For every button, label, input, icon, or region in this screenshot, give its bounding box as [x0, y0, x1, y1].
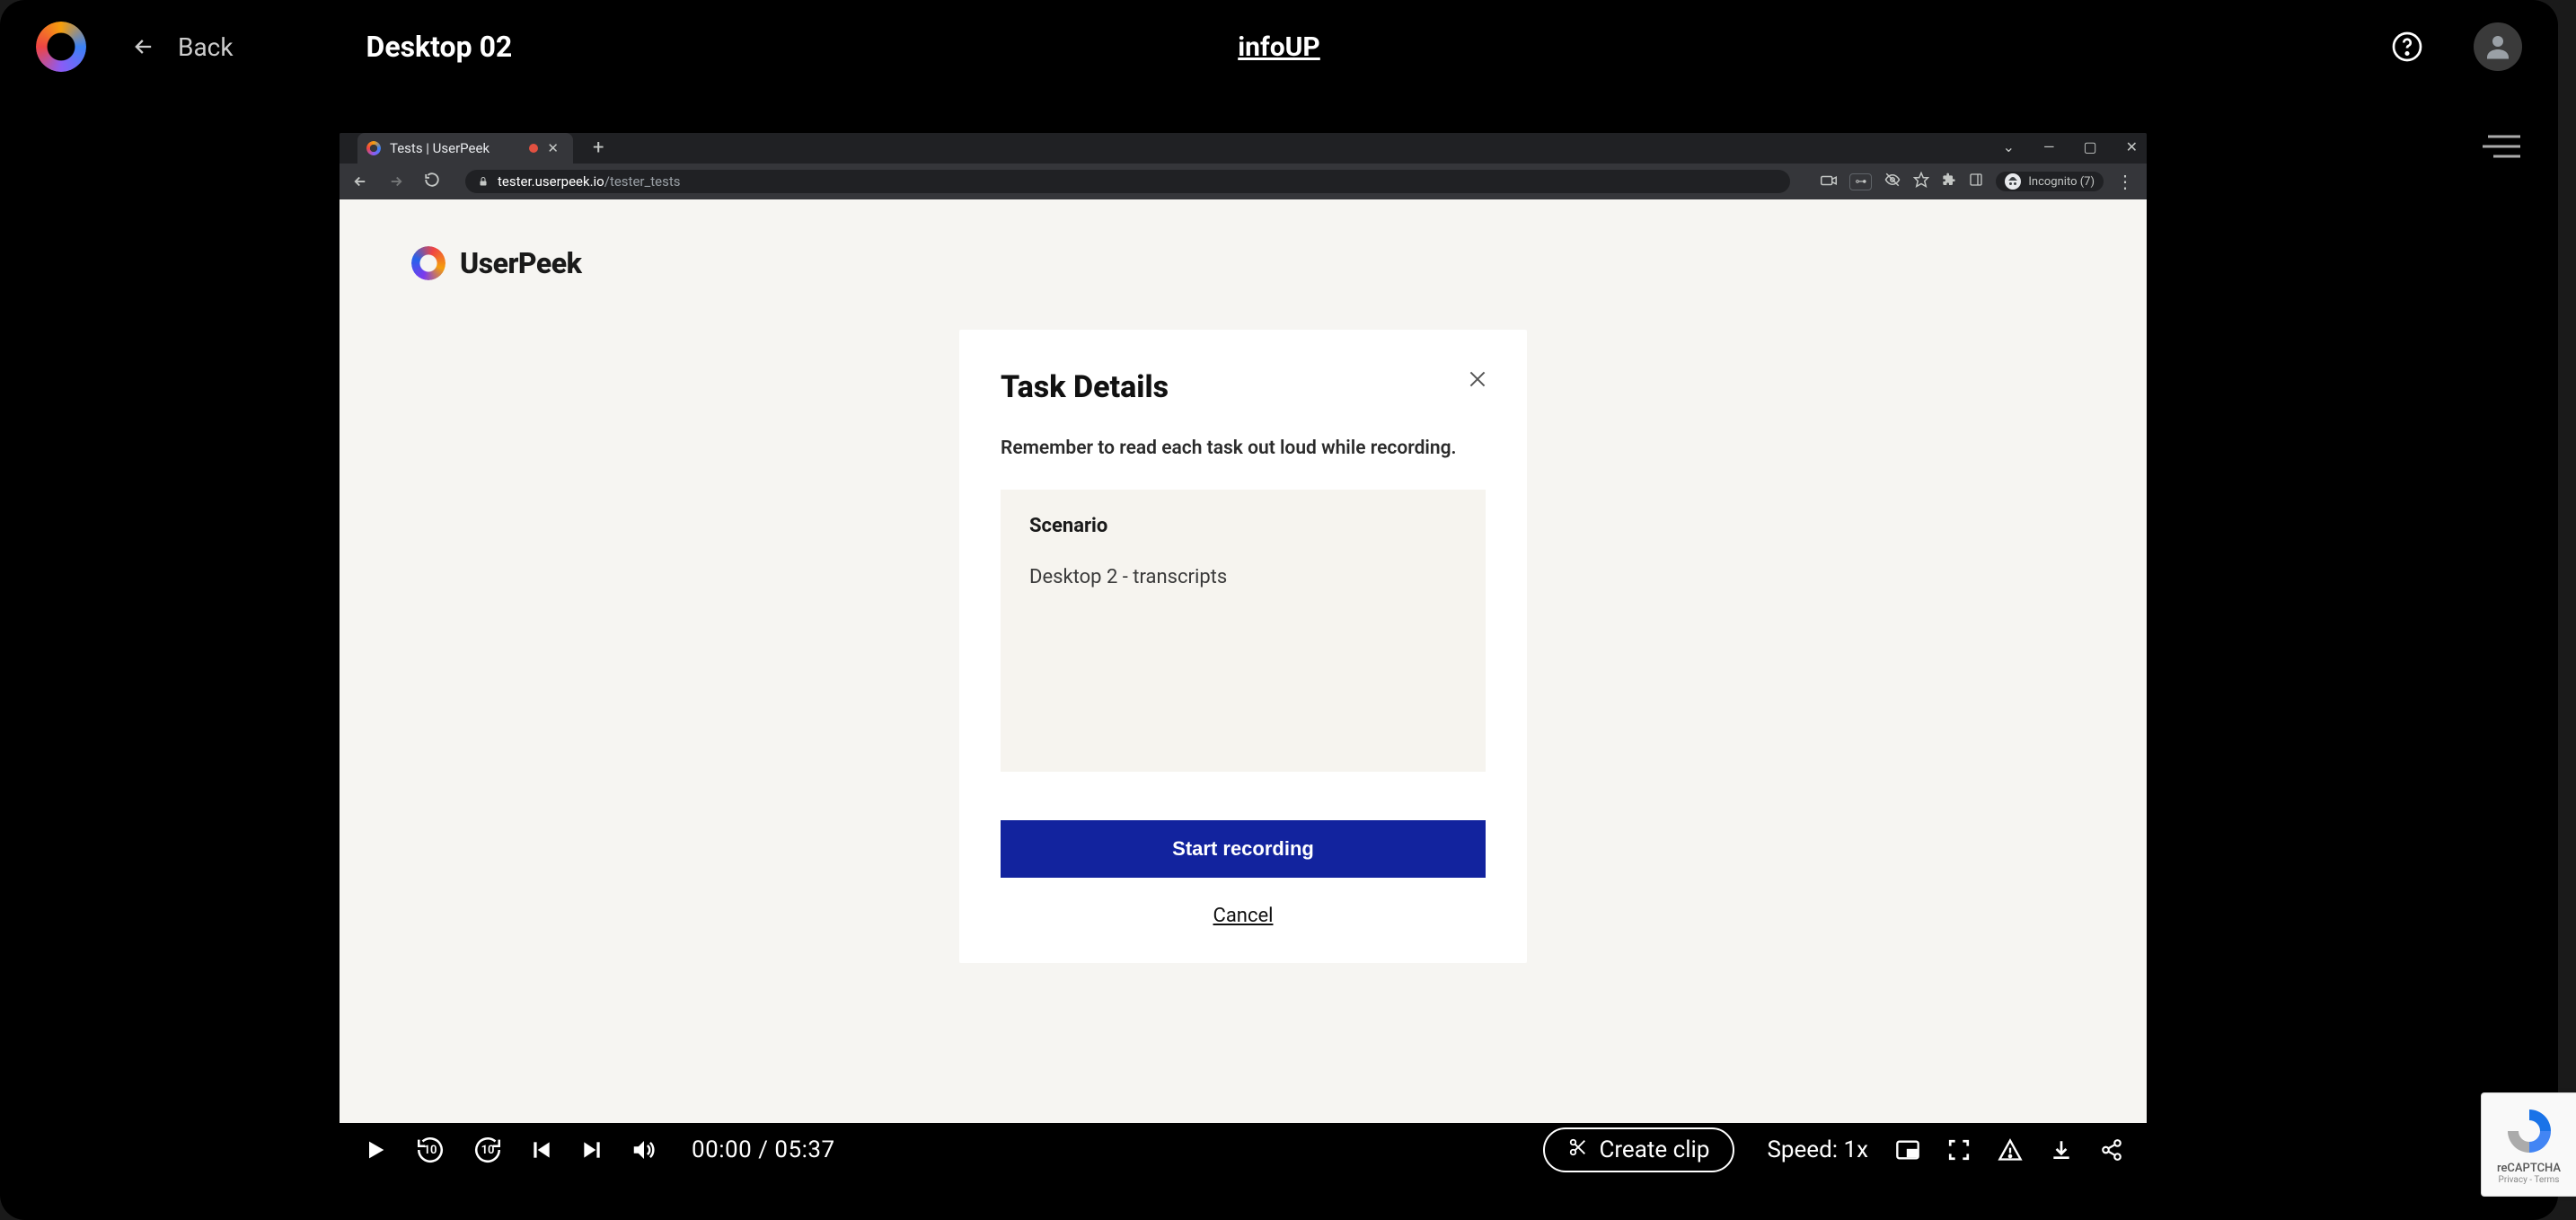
brand-name: UserPeek — [460, 246, 581, 280]
duration: 05:37 — [774, 1136, 834, 1163]
url-host: tester.userpeek.io — [498, 173, 604, 190]
favicon-icon — [366, 141, 381, 155]
help-icon[interactable] — [2391, 31, 2423, 63]
topbar-right — [2391, 22, 2522, 71]
minimize-icon[interactable]: — — [2043, 138, 2055, 155]
player-controls: 10 10 00:00 / 05:37 — [340, 1123, 2147, 1177]
nav-forward-icon[interactable] — [388, 173, 404, 190]
player-right-controls: Create clip Speed: 1x — [1543, 1127, 2123, 1172]
modal-close-button[interactable] — [1466, 367, 1489, 391]
arrow-left-icon — [131, 34, 156, 59]
tab-dropdown-icon[interactable]: ⌄ — [2003, 138, 2015, 155]
brand-header: UserPeek — [411, 246, 581, 280]
modal-title: Task Details — [1001, 369, 1486, 405]
menu-button[interactable] — [2483, 131, 2520, 162]
page-content: UserPeek Task Details Remember to read e… — [340, 199, 2147, 1177]
eye-off-icon[interactable] — [1884, 172, 1901, 191]
scissors-icon — [1568, 1136, 1588, 1163]
recaptcha-logo-icon — [2502, 1104, 2556, 1158]
kebab-menu-icon[interactable]: ⋮ — [2116, 171, 2134, 192]
avatar[interactable] — [2474, 22, 2522, 71]
address-bar: tester.userpeek.io/tester_tests ⊶ Incogn… — [340, 164, 2147, 199]
incognito-badge[interactable]: Incognito (7) — [1996, 172, 2104, 191]
record-indicator-icon — [529, 144, 538, 153]
center-link[interactable]: infoUP — [1238, 31, 1320, 63]
tab-close-icon[interactable]: ✕ — [547, 140, 559, 156]
key-icon[interactable]: ⊶ — [1849, 173, 1872, 190]
play-button[interactable] — [363, 1137, 388, 1163]
topbar: Back Desktop 02 infoUP — [0, 0, 2558, 93]
panel-icon[interactable] — [1969, 172, 1983, 190]
page-title: Desktop 02 — [366, 30, 513, 64]
app-logo[interactable] — [36, 22, 86, 72]
forward-amount: 10 — [481, 1144, 495, 1157]
tab-title: Tests | UserPeek — [390, 140, 490, 156]
time-separator: / — [758, 1136, 768, 1163]
player-left-controls: 10 10 00:00 / 05:37 — [363, 1135, 835, 1165]
modal-subtitle: Remember to read each task out loud whil… — [1001, 438, 1486, 459]
rewind-amount: 10 — [424, 1144, 437, 1157]
create-clip-label: Create clip — [1599, 1136, 1709, 1163]
fullscreen-button[interactable] — [1947, 1138, 1971, 1162]
task-details-modal: Task Details Remember to read each task … — [959, 330, 1527, 963]
app-frame: Back Desktop 02 infoUP Tests | UserPeek … — [0, 0, 2558, 1220]
speed-button[interactable]: Speed: 1x — [1767, 1136, 1868, 1163]
forward-10-button[interactable]: 10 — [472, 1135, 503, 1165]
start-recording-button[interactable]: Start recording — [1001, 820, 1486, 878]
recaptcha-badge[interactable]: reCAPTCHA Privacy - Terms — [2481, 1092, 2576, 1197]
puzzle-icon[interactable] — [1942, 172, 1956, 190]
scenario-text: Desktop 2 - transcripts — [1029, 566, 1457, 588]
window-close-icon[interactable]: ✕ — [2126, 138, 2138, 155]
current-time: 00:00 — [692, 1136, 752, 1163]
incognito-icon — [2005, 173, 2021, 190]
star-icon[interactable] — [1913, 172, 1929, 191]
back-label: Back — [178, 32, 234, 62]
warning-button[interactable] — [1998, 1137, 2023, 1163]
tab-strip: Tests | UserPeek ✕ + ⌄ — ▢ ✕ — [340, 133, 2147, 164]
recaptcha-sub: Privacy - Terms — [2499, 1175, 2560, 1185]
ring-logo-icon — [36, 22, 86, 72]
url-field[interactable]: tester.userpeek.io/tester_tests — [465, 170, 1790, 193]
url-path: /tester_tests — [604, 173, 681, 190]
share-button[interactable] — [2100, 1138, 2123, 1162]
download-button[interactable] — [2050, 1138, 2073, 1162]
lock-icon — [478, 176, 489, 187]
prev-button[interactable] — [530, 1138, 553, 1162]
address-bar-icons: ⊶ Incognito (7) ⋮ — [1821, 171, 2134, 192]
refresh-icon[interactable] — [424, 172, 440, 191]
incognito-label: Incognito (7) — [2028, 175, 2095, 189]
rewind-10-button[interactable]: 10 — [415, 1135, 446, 1165]
camera-icon[interactable] — [1821, 173, 1837, 190]
scenario-box: Scenario Desktop 2 - transcripts — [1001, 490, 1486, 772]
create-clip-button[interactable]: Create clip — [1543, 1127, 1734, 1172]
nav-back-icon[interactable] — [352, 173, 368, 190]
browser-chrome: Tests | UserPeek ✕ + ⌄ — ▢ ✕ — [340, 133, 2147, 199]
scenario-label: Scenario — [1029, 515, 1457, 537]
userpeek-logo-icon — [411, 246, 446, 280]
window-controls: ⌄ — ▢ ✕ — [2003, 138, 2138, 155]
pip-button[interactable] — [1895, 1137, 1920, 1163]
next-button[interactable] — [580, 1138, 604, 1162]
start-recording-label: Start recording — [1172, 837, 1314, 861]
cancel-link[interactable]: Cancel — [1001, 905, 1486, 927]
video-frame: Tests | UserPeek ✕ + ⌄ — ▢ ✕ — [340, 133, 2147, 1177]
back-button[interactable]: Back — [131, 32, 234, 62]
time-display: 00:00 / 05:37 — [692, 1136, 835, 1163]
new-tab-button[interactable]: + — [593, 133, 604, 164]
volume-button[interactable] — [631, 1136, 657, 1163]
maximize-icon[interactable]: ▢ — [2083, 138, 2096, 155]
browser-tab[interactable]: Tests | UserPeek ✕ — [357, 133, 573, 164]
recaptcha-title: reCAPTCHA — [2497, 1162, 2561, 1175]
